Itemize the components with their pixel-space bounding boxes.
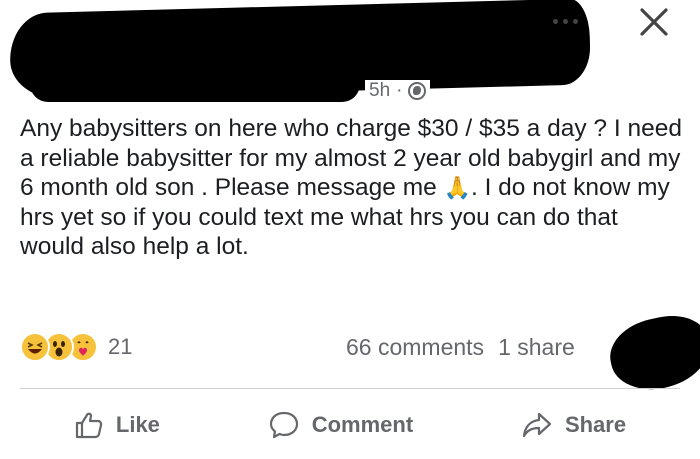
comment-button[interactable]: Comment	[268, 410, 413, 440]
like-button[interactable]: Like	[74, 410, 160, 440]
like-label: Like	[115, 412, 160, 437]
share-label: Share	[564, 412, 627, 437]
post-action-bar: Like Comment Share	[20, 396, 680, 454]
comments-count-link[interactable]: 66 comments	[346, 334, 484, 361]
comment-label: Comment	[311, 412, 414, 437]
redacted-avatar	[603, 308, 700, 398]
comment-bubble-icon	[269, 411, 298, 439]
haha-reaction-icon	[20, 332, 50, 362]
pray-emoji: 🙏	[443, 175, 471, 200]
divider	[20, 388, 680, 389]
close-icon[interactable]	[636, 4, 672, 40]
reaction-count: 21	[108, 334, 133, 359]
post-text: Any babysitters on here who charge $30 /…	[20, 114, 685, 262]
post-timestamp[interactable]: 5h	[369, 80, 390, 102]
share-arrow-icon	[522, 412, 552, 438]
thumbs-up-icon	[75, 412, 103, 439]
meta-separator: ·	[396, 80, 403, 101]
redacted-author-name-tail	[30, 62, 360, 102]
more-options-icon[interactable]	[553, 14, 587, 28]
comment-share-stats: 66 comments 1 share	[346, 334, 575, 361]
globe-icon	[408, 82, 427, 100]
share-button[interactable]: Share	[521, 410, 626, 440]
post-meta: 5h ·	[365, 80, 431, 102]
shares-count-link[interactable]: 1 share	[498, 334, 575, 361]
reactions-summary[interactable]: 21	[20, 332, 132, 362]
